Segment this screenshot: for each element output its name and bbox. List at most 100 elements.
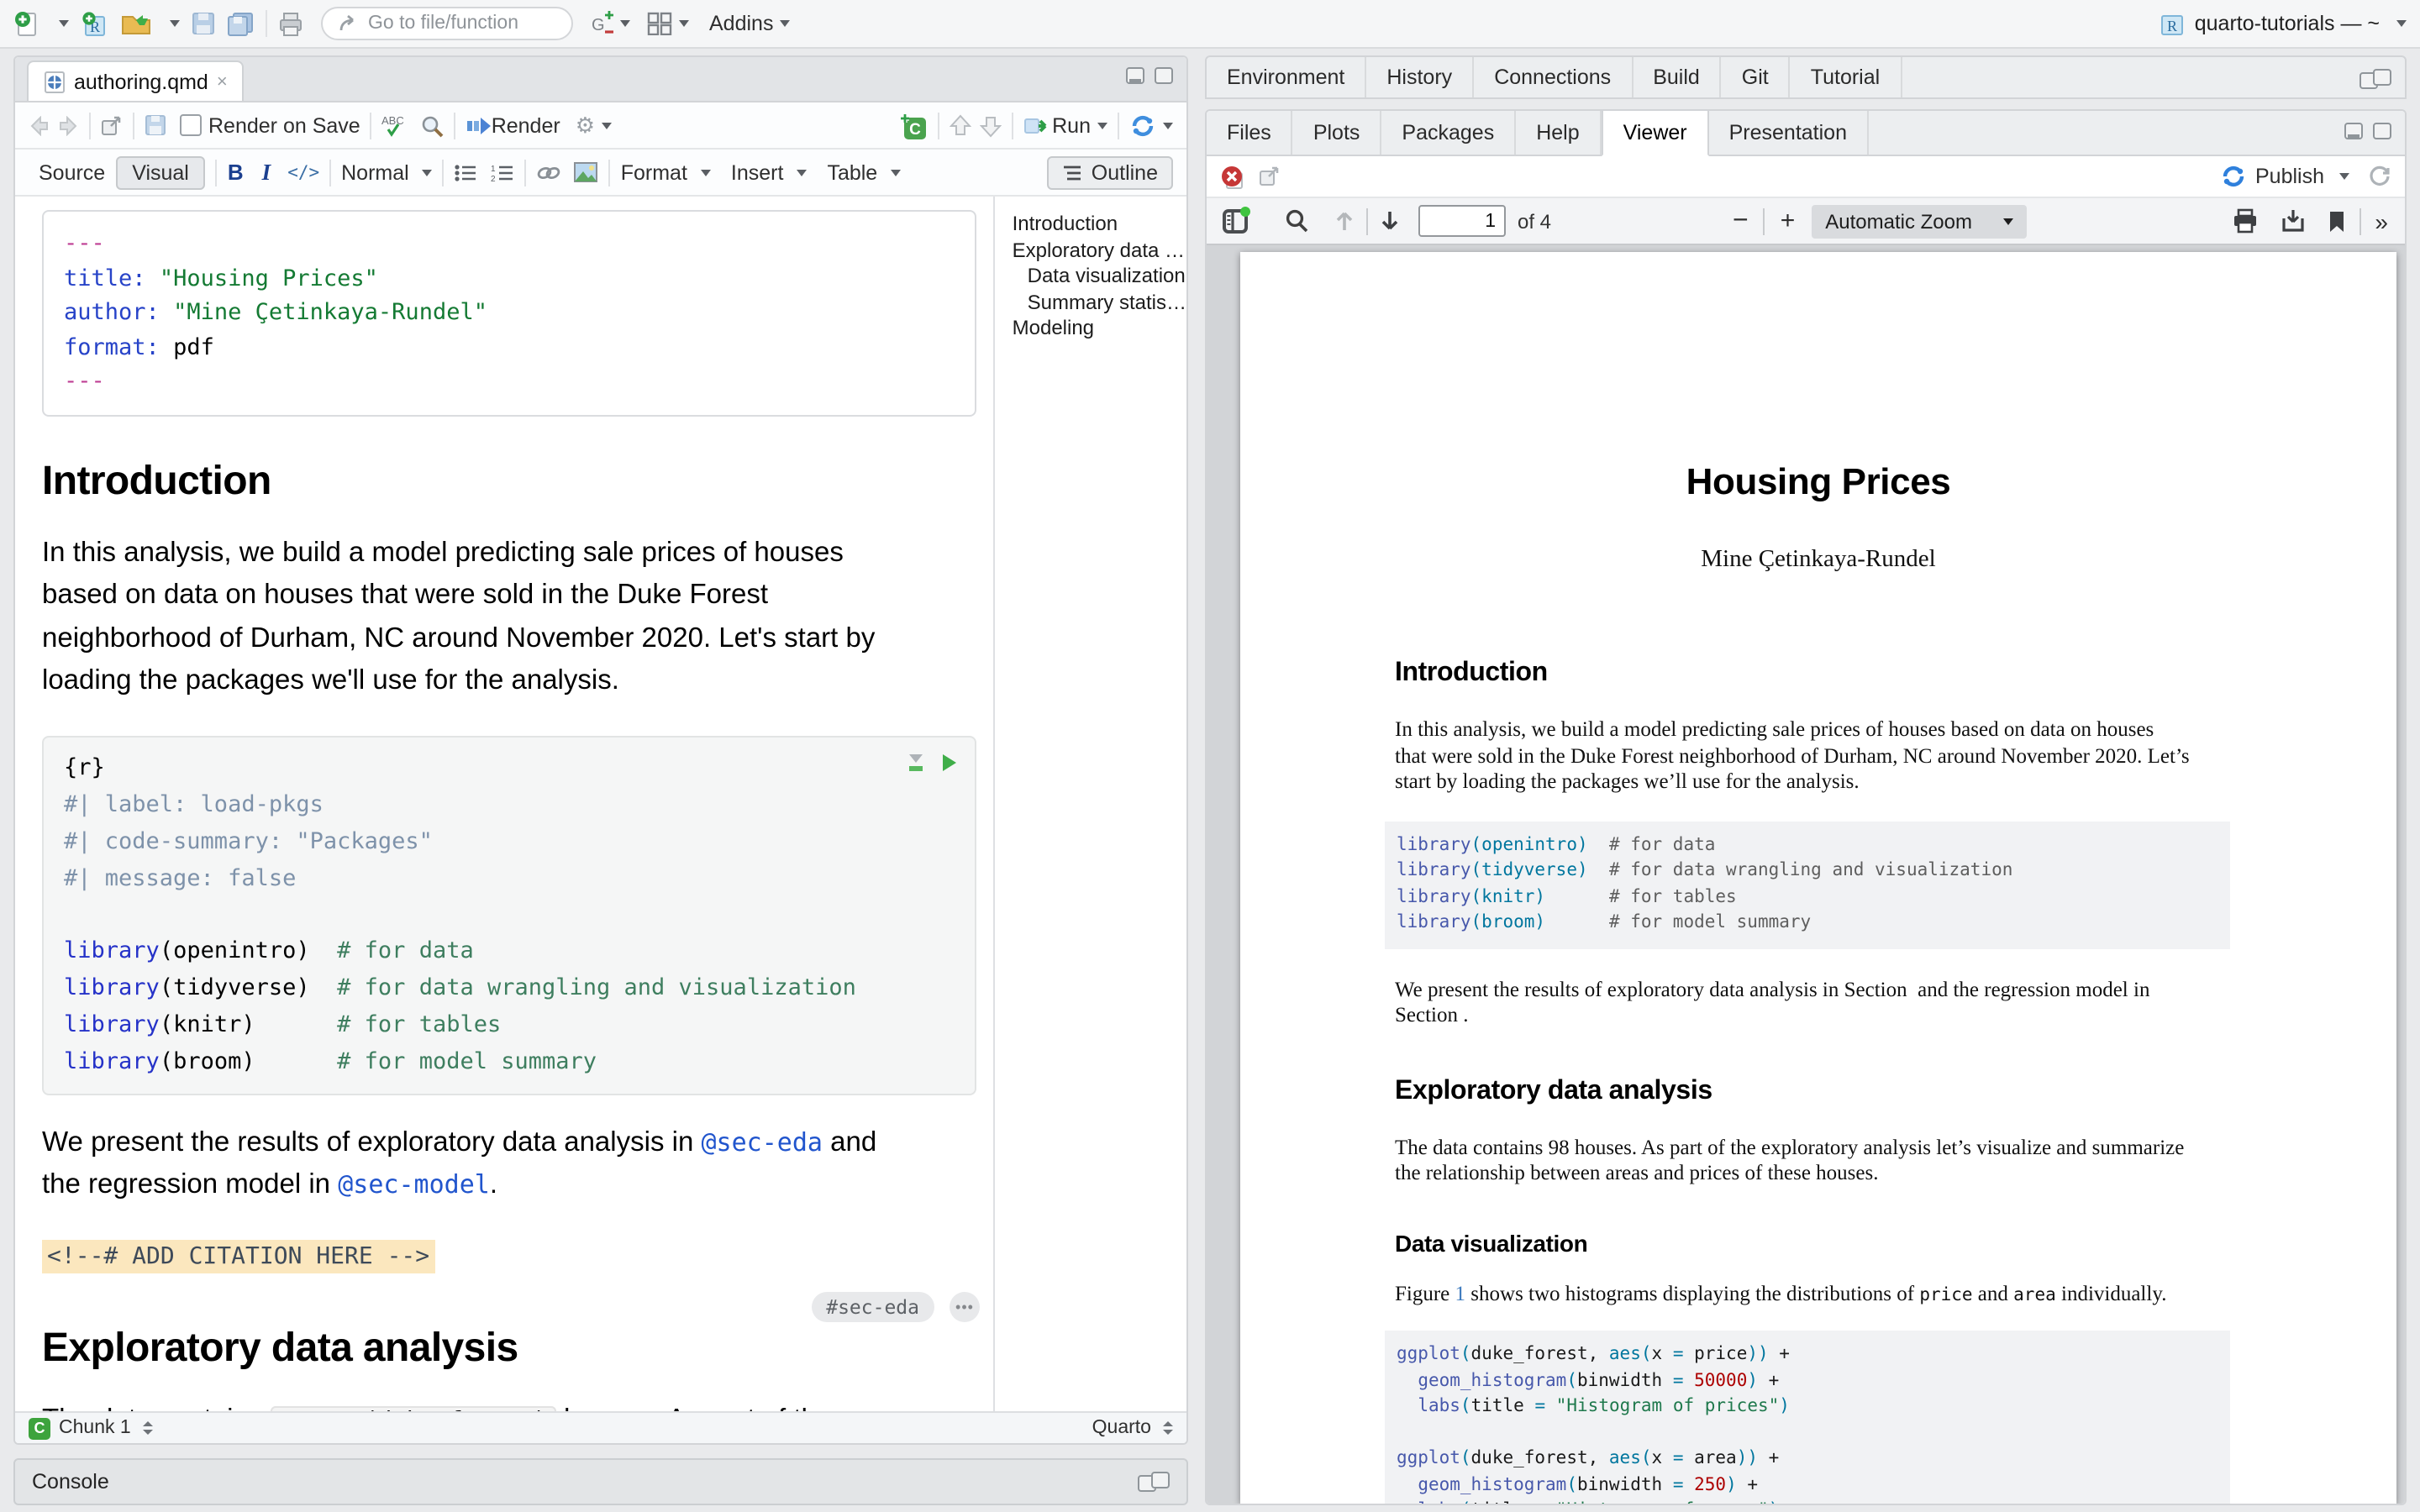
run-caret[interactable] [1097,122,1107,129]
viewer-popout-icon[interactable] [1259,166,1281,186]
new-file-caret[interactable] [59,20,69,27]
paragraph-style-select[interactable]: Normal [341,160,433,184]
prev-chunk-icon[interactable] [950,113,971,137]
sec-eda-badge[interactable]: #sec-eda [811,1291,934,1321]
spellcheck-icon[interactable]: ABC [382,113,409,138]
tab-git[interactable]: Git [1722,57,1791,97]
popout-icon[interactable] [101,115,123,135]
tab-viewer[interactable]: Viewer [1602,111,1709,156]
tab-connections[interactable]: Connections [1474,57,1633,97]
inline-r-code[interactable]: r nrow(duke_forest) [271,1405,556,1411]
bullet-list-icon[interactable] [455,162,478,182]
render-button[interactable]: Render [492,113,560,137]
git-icon[interactable]: G [590,10,613,37]
pdf-next-page-icon[interactable] [1378,208,1402,234]
tab-tutorial[interactable]: Tutorial [1791,57,1902,97]
outline-item[interactable]: Summary statis… [1013,290,1186,316]
insert-menu[interactable]: Insert [731,160,808,184]
console-pane-header[interactable]: Console [13,1458,1188,1505]
table-menu[interactable]: Table [827,160,901,184]
render-on-save-toggle[interactable]: Render on Save [180,113,360,137]
outline-item[interactable]: Modeling [1013,316,1186,342]
addins-caret[interactable] [780,20,790,27]
pdf-sidebar-toggle-icon[interactable] [1222,207,1250,235]
yaml-block[interactable]: ---title: "Housing Prices"author: "Mine … [42,210,976,416]
chunk-selector[interactable]: Chunk 1 [59,1418,153,1438]
language-mode-selector[interactable]: Quarto [1092,1418,1173,1438]
rerun-icon[interactable] [1129,113,1156,137]
pdf-zoom-out-icon[interactable]: − [1733,206,1749,236]
sec-eda-ref[interactable]: @sec-eda [701,1126,823,1157]
figure-1-link[interactable]: 1 [1455,1281,1466,1305]
open-file-caret[interactable] [170,20,180,27]
new-file-icon[interactable] [13,9,40,38]
tab-presentation[interactable]: Presentation [1709,111,1869,155]
code-chunk[interactable]: {r} #| label: load-pkgs#| code-summary: … [42,735,976,1095]
render-on-save-checkbox[interactable] [180,114,202,136]
next-chunk-icon[interactable] [980,113,1002,137]
rerun-caret[interactable] [1163,122,1173,129]
outline-item[interactable]: Exploratory data … [1013,238,1186,264]
pdf-viewer-area[interactable]: Housing Prices Mine Çetinkaya-Rundel Int… [1207,245,2405,1504]
link-icon[interactable] [537,162,562,182]
maximize-pane-icon[interactable] [1155,67,1173,84]
tab-help[interactable]: Help [1516,111,1601,155]
refresh-icon[interactable] [2368,165,2391,188]
document-canvas[interactable]: ---title: "Housing Prices"author: "Mine … [15,197,994,1411]
forward-icon[interactable] [57,115,79,135]
pdf-download-icon[interactable] [2281,208,2306,234]
panes-icon[interactable] [647,12,672,35]
search-icon[interactable] [421,113,445,137]
addins-button[interactable]: Addins [709,12,773,35]
tab-history[interactable]: History [1366,57,1474,97]
tab-build[interactable]: Build [1633,57,1722,97]
html-comment[interactable]: <!--# ADD CITATION HERE --> [42,1239,434,1273]
code-format-button[interactable]: </> [287,162,319,182]
minimize-pane-icon[interactable] [1126,67,1144,84]
tab-packages[interactable]: Packages [1381,111,1516,155]
viewer-maximize-icon[interactable] [2373,123,2391,139]
panes-caret[interactable] [679,20,689,27]
pane-maximize-icon[interactable] [2373,69,2391,86]
tab-plots[interactable]: Plots [1293,111,1382,155]
render-icon[interactable] [466,115,492,135]
save-icon[interactable] [192,12,215,35]
format-menu[interactable]: Format [621,160,711,184]
run-button[interactable]: Run [1052,113,1091,137]
goto-file-input[interactable]: Go to file/function [321,7,573,40]
tab-environment[interactable]: Environment [1207,57,1366,97]
print-icon[interactable] [277,11,304,36]
tab-authoring-qmd[interactable]: authoring.qmd × [27,60,245,101]
render-options-caret[interactable] [602,122,612,129]
italic-button[interactable]: I [262,159,271,186]
outline-item[interactable]: Introduction [1013,212,1186,238]
pdf-page-input[interactable] [1418,205,1506,237]
gear-icon[interactable]: ⚙ [576,112,595,139]
source-mode-button[interactable]: Source [29,157,115,187]
stop-icon[interactable] [1220,164,1245,189]
tab-files[interactable]: Files [1207,111,1293,155]
viewer-minimize-icon[interactable] [2344,123,2363,139]
pdf-search-icon[interactable] [1284,208,1309,234]
console-maximize-icon[interactable] [1151,1472,1170,1488]
pdf-prev-page-icon[interactable] [1333,208,1356,234]
publish-button[interactable]: Publish [2255,165,2324,188]
run-chunks-above-icon[interactable] [906,752,926,774]
git-caret[interactable] [620,20,630,27]
image-icon[interactable] [574,161,599,183]
visual-mode-button[interactable]: Visual [115,155,206,189]
run-chunk-icon[interactable] [941,753,958,773]
save-doc-icon[interactable] [145,114,166,136]
pdf-zoom-in-icon[interactable]: + [1781,207,1796,235]
pdf-print-icon[interactable] [2232,208,2259,234]
section-options-button[interactable]: ••• [950,1291,980,1321]
outline-toggle-button[interactable]: Outline [1048,155,1173,189]
insert-chunk-icon[interactable]: C [899,112,928,139]
save-all-icon[interactable] [227,11,255,36]
tab-close-icon[interactable]: × [217,71,228,92]
pdf-bookmark-icon[interactable] [2328,209,2346,233]
pdf-zoom-select[interactable]: Automatic Zoom [1812,204,2026,238]
new-project-icon[interactable]: R [81,9,109,38]
pdf-more-tools-icon[interactable]: » [2375,207,2390,234]
numbered-list-icon[interactable]: 12 [492,162,515,182]
